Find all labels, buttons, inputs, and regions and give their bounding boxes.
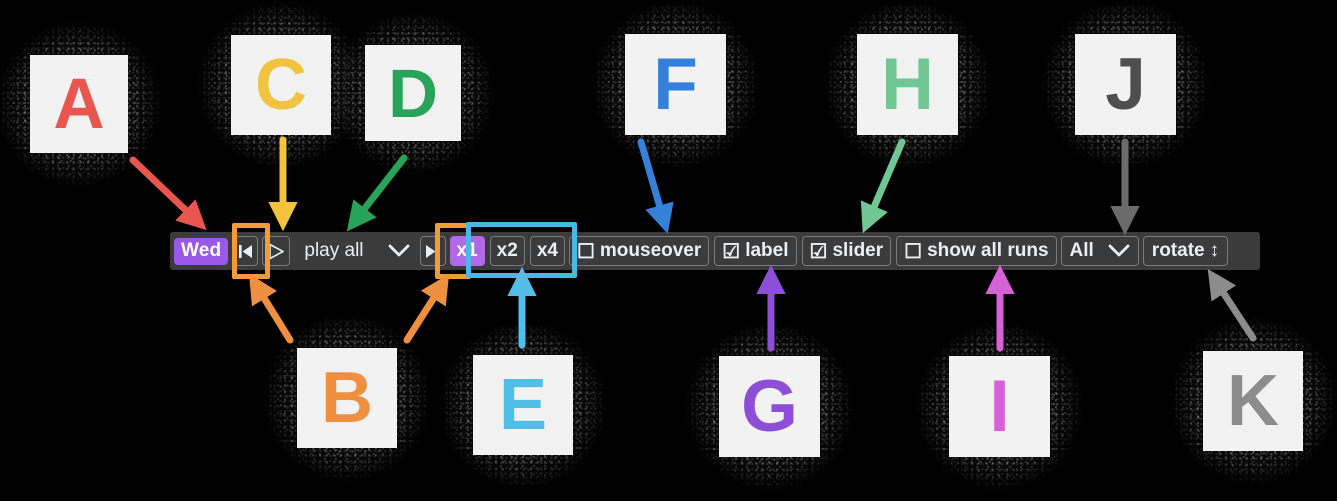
arrow-a <box>129 156 207 231</box>
arrow-d <box>346 154 408 232</box>
arrow-k <box>1207 268 1257 342</box>
arrow-f <box>637 138 674 234</box>
annotation-arrows <box>129 136 1257 352</box>
arrow-b-right <box>403 273 450 344</box>
arrow-b-left <box>249 273 294 344</box>
arrow-h <box>860 138 906 234</box>
